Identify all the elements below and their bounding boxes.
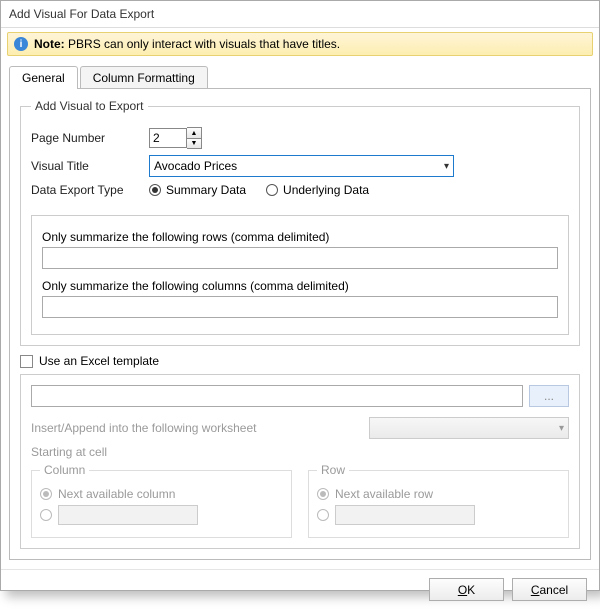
cancel-button[interactable]: Cancel: [512, 578, 587, 601]
page-number-label: Page Number: [31, 131, 141, 145]
summarize-cols-label: Only summarize the following columns (co…: [42, 279, 558, 293]
page-number-input[interactable]: [149, 128, 187, 148]
row-legend: Row: [317, 463, 349, 477]
summarize-rows-input[interactable]: [42, 247, 558, 269]
radio-underlying-data[interactable]: Underlying Data: [266, 183, 369, 197]
radio-specific-column[interactable]: [40, 509, 52, 521]
visual-title-combo[interactable]: Avocado Prices ▾: [149, 155, 454, 177]
radio-summary-data[interactable]: Summary Data: [149, 183, 246, 197]
chevron-down-icon: ▾: [444, 161, 449, 172]
use-excel-template-checkbox[interactable]: [20, 355, 33, 368]
radio-circle-icon: [40, 509, 52, 521]
data-export-type-label: Data Export Type: [31, 183, 141, 197]
note-text: Note: PBRS can only interact with visual…: [34, 37, 340, 51]
info-icon: i: [14, 37, 28, 51]
dialog-footer: OK Cancel: [1, 569, 599, 613]
radio-circle-icon: [317, 488, 329, 500]
radio-circle-icon: [266, 184, 278, 196]
summarize-box: Only summarize the following rows (comma…: [31, 215, 569, 335]
tab-strip: General Column Formatting: [9, 66, 591, 89]
page-number-up-icon[interactable]: ▲: [187, 128, 201, 138]
next-row-label: Next available row: [335, 487, 433, 501]
next-column-label: Next available column: [58, 487, 175, 501]
page-number-stepper[interactable]: ▲ ▼: [149, 127, 202, 149]
radio-circle-icon: [40, 488, 52, 500]
radio-circle-icon: [317, 509, 329, 521]
radio-next-column[interactable]: [40, 488, 52, 500]
ok-button[interactable]: OK: [429, 578, 504, 601]
chevron-down-icon: ▾: [559, 423, 564, 434]
tab-column-formatting[interactable]: Column Formatting: [80, 66, 208, 89]
visual-title-value: Avocado Prices: [154, 159, 444, 173]
page-number-down-icon[interactable]: ▼: [187, 138, 201, 148]
window-title: Add Visual For Data Export: [1, 1, 599, 28]
visual-title-label: Visual Title: [31, 159, 141, 173]
summarize-rows-label: Only summarize the following rows (comma…: [42, 230, 558, 244]
browse-button[interactable]: ...: [529, 385, 569, 407]
group-legend: Add Visual to Export: [31, 99, 148, 113]
column-legend: Column: [40, 463, 89, 477]
radio-circle-icon: [149, 184, 161, 196]
use-excel-template-label: Use an Excel template: [39, 354, 159, 368]
summarize-cols-input[interactable]: [42, 296, 558, 318]
radio-next-row[interactable]: [317, 488, 329, 500]
row-group: Row Next available row: [308, 463, 569, 538]
insert-append-label: Insert/Append into the following workshe…: [31, 421, 256, 435]
add-visual-group: Add Visual to Export Page Number ▲ ▼ Vis…: [20, 99, 580, 346]
excel-template-group: ... Insert/Append into the following wor…: [20, 374, 580, 549]
radio-underlying-label: Underlying Data: [283, 183, 369, 197]
radio-summary-label: Summary Data: [166, 183, 246, 197]
worksheet-combo[interactable]: ▾: [369, 417, 569, 439]
tab-general[interactable]: General: [9, 66, 78, 89]
tab-panel-general: Add Visual to Export Page Number ▲ ▼ Vis…: [9, 88, 591, 560]
radio-specific-row[interactable]: [317, 509, 329, 521]
specific-column-input[interactable]: [58, 505, 198, 525]
template-path-input[interactable]: [31, 385, 523, 407]
starting-at-cell-label: Starting at cell: [31, 445, 569, 459]
column-group: Column Next available column: [31, 463, 292, 538]
specific-row-input[interactable]: [335, 505, 475, 525]
note-bar: i Note: PBRS can only interact with visu…: [7, 32, 593, 56]
data-export-type-radios: Summary Data Underlying Data: [149, 183, 369, 197]
